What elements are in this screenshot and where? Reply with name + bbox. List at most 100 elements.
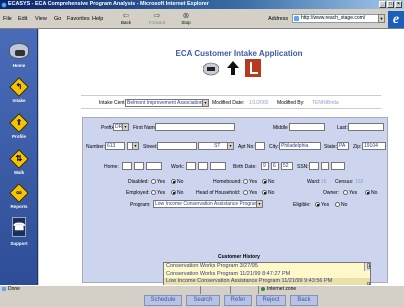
disabled-label: Disabled: — [128, 179, 149, 185]
home-prefix-input[interactable] — [134, 162, 144, 170]
program-select[interactable]: Low Income Conservation Assistance Progr… — [153, 200, 263, 208]
minimize-button[interactable]: _ — [379, 1, 386, 8]
menu-view[interactable]: View — [35, 16, 47, 22]
forward-label: Forward — [148, 20, 166, 25]
schedule-button[interactable]: Schedule — [144, 295, 182, 306]
address-dropdown-button[interactable]: ▼ — [378, 14, 385, 23]
menu-go[interactable]: Go — [54, 16, 61, 22]
number-label: Number: — [86, 144, 106, 150]
homebound-yes-radio[interactable]: Yes — [241, 179, 257, 185]
ssn-label: SSN: — [297, 164, 309, 170]
ssn-part1-input[interactable] — [309, 162, 319, 170]
work-area-input[interactable] — [186, 162, 196, 170]
work-prefix-input[interactable] — [198, 162, 208, 170]
address-input[interactable]: http://www.reach_stage.com/ — [292, 14, 384, 23]
home-area-input[interactable] — [122, 162, 132, 170]
radio-icon — [243, 179, 248, 185]
birth-month-input[interactable]: 9 — [261, 162, 269, 170]
middle-input[interactable] — [289, 123, 325, 131]
street-input[interactable] — [157, 142, 197, 150]
eca-logo-icon — [9, 43, 29, 59]
ward-label: Ward: — [307, 179, 321, 185]
document-icon — [245, 59, 261, 77]
head-no-radio[interactable]: No — [260, 190, 274, 196]
reject-button[interactable]: Reject — [256, 295, 286, 306]
menu-edit[interactable]: Edit — [18, 16, 27, 22]
chevron-down-icon: ▼ — [256, 201, 262, 207]
scroll-up-icon[interactable]: ▲ — [367, 263, 370, 269]
list-item[interactable]: Conservation Works Program 3/27/95 — [164, 263, 370, 271]
menu-help[interactable]: Help — [92, 16, 103, 22]
maximize-button[interactable]: □ — [387, 1, 394, 8]
employed-no-radio[interactable]: No — [169, 190, 183, 196]
menu-favorites[interactable]: Favorites — [67, 16, 90, 22]
owner-no-radio[interactable]: No — [363, 190, 377, 196]
action-button-row: Schedule Search Refer Reject Back — [82, 295, 388, 307]
nav-support[interactable]: ☎ Support — [3, 217, 35, 246]
last-label: Last: — [337, 125, 348, 131]
nav-home[interactable]: Home — [3, 43, 35, 68]
apt-label: Apt No: — [238, 144, 255, 150]
main-content: ECA Customer Intake Application Intake C… — [39, 29, 404, 306]
stop-icon: ⊗ — [182, 11, 190, 20]
radio-icon — [243, 190, 248, 196]
nav-intake[interactable]: ↰ Intake — [3, 77, 35, 103]
birth-day-input[interactable]: 6 — [271, 162, 279, 170]
reports-sign-icon: ∞ — [9, 183, 29, 203]
disabled-yes-radio[interactable]: Yes — [149, 179, 165, 185]
intake-center-value: Belmont Improvement Association — [127, 100, 203, 106]
ssn-part2-input[interactable] — [321, 162, 329, 170]
nav-profile[interactable]: ⇑ Profile — [3, 113, 35, 139]
stop-button[interactable]: ⊗ Stop — [176, 11, 196, 27]
disabled-no-radio[interactable]: No — [169, 179, 183, 185]
globe-icon — [261, 287, 265, 291]
intake-center-select[interactable]: Belmont Improvement Association ▼ — [125, 99, 209, 107]
window-title-bar: ECASYS - ECA Comprehensive Program Analy… — [0, 0, 404, 9]
ssn-part3-input[interactable] — [331, 162, 345, 170]
head-yes-radio[interactable]: Yes — [241, 190, 257, 196]
homebound-no-radio[interactable]: No — [260, 179, 274, 185]
list-item[interactable]: Conservation Works Program 11/21/99 8:47… — [164, 271, 370, 279]
employed-yes-radio[interactable]: Yes — [149, 190, 165, 196]
first-name-input[interactable] — [155, 123, 235, 131]
search-button[interactable]: Search — [186, 295, 220, 306]
work-line-input[interactable] — [210, 162, 226, 170]
street-type-select[interactable]: ST ▼ — [198, 142, 234, 150]
number-input[interactable]: 613 — [105, 142, 125, 150]
work-phone-label: Work: — [171, 164, 184, 170]
forward-button[interactable]: ⇨ Forward — [147, 11, 167, 27]
zip-input[interactable]: 19104 — [362, 142, 386, 150]
address-url: http://www.reach_stage.com/ — [301, 15, 366, 21]
menu-file[interactable]: File — [3, 16, 12, 22]
no-label: No — [177, 179, 184, 185]
ie-logo-icon: e — [388, 11, 404, 28]
zip-value: 19104 — [364, 143, 378, 149]
back-button[interactable]: ⇦ Back — [116, 11, 136, 27]
last-name-input[interactable] — [348, 123, 384, 131]
city-value: Philadelphia — [281, 143, 309, 149]
number-suffix-select[interactable]: ▼ — [127, 142, 139, 150]
owner-yes-radio[interactable]: Yes — [341, 190, 357, 196]
apt-input[interactable] — [255, 142, 265, 150]
state-input[interactable]: PA — [337, 142, 349, 150]
eligible-yes-radio[interactable]: Yes — [313, 202, 329, 208]
birth-month-value: 9 — [263, 163, 266, 169]
refer-button[interactable]: Refer — [224, 295, 252, 306]
eligible-no-radio[interactable]: No — [333, 202, 347, 208]
city-input[interactable]: Philadelphia — [279, 142, 321, 150]
history-scrollbar[interactable]: ▲ ▼ — [364, 263, 370, 288]
close-button[interactable]: × — [395, 1, 402, 8]
nav-reports[interactable]: ∞ Reports — [3, 183, 35, 209]
intake-sign-icon: ↰ — [9, 77, 29, 97]
program-label: Program: — [130, 202, 151, 208]
prefix-select[interactable]: DR ▼ — [113, 123, 129, 131]
home-line-input[interactable] — [146, 162, 162, 170]
status-bar: Done Internet zone — [0, 285, 404, 294]
back-action-button[interactable]: Back — [290, 295, 318, 306]
yes-label: Yes — [157, 190, 166, 196]
phone-icon: ☎ — [12, 217, 26, 237]
birth-year-input[interactable]: 52 — [281, 162, 293, 170]
nav-walk[interactable]: ⇅ Walk — [3, 149, 35, 175]
modified-by-value: TENNIBrida — [312, 100, 339, 106]
zone-label: Internet zone — [267, 286, 297, 292]
